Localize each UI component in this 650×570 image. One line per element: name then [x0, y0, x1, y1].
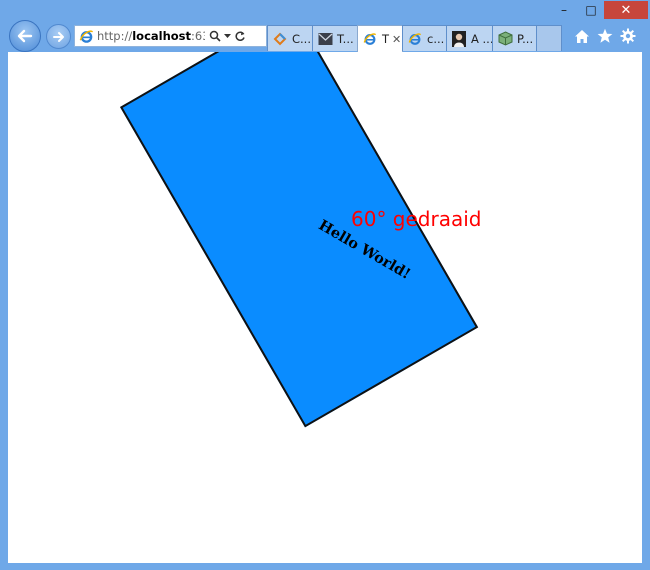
search-icon[interactable] — [209, 30, 221, 42]
tab-strip: C... T... T ✕ c... A ... P... — [267, 25, 562, 52]
arrow-left-icon — [17, 29, 33, 43]
close-icon[interactable]: ✕ — [392, 33, 401, 46]
address-bar[interactable]: http://localhost:63145/t — [74, 25, 267, 47]
visual-studio-icon — [272, 31, 288, 47]
forward-button[interactable] — [46, 24, 71, 49]
maximize-button[interactable]: □ — [578, 1, 604, 19]
tab-label: A ... — [471, 31, 493, 46]
tab-5[interactable]: A ... — [446, 25, 493, 51]
back-button[interactable] — [9, 20, 41, 52]
tab-label: P... — [517, 31, 534, 46]
close-button[interactable]: ✕ — [604, 1, 648, 19]
cube-icon — [497, 31, 513, 47]
tab-3-active[interactable]: T ✕ — [357, 25, 403, 52]
arrow-right-icon — [52, 31, 64, 42]
tab-label: T... — [337, 31, 354, 46]
rotated-box: Hello World! — [120, 52, 479, 428]
envelope-icon — [317, 31, 333, 47]
tab-label: C... — [292, 31, 311, 46]
tab-4[interactable]: c... — [402, 25, 447, 51]
browser-window: – □ ✕ http://localhost:63145/t — [0, 0, 650, 570]
minimize-button[interactable]: – — [550, 1, 578, 19]
url-text[interactable]: http://localhost:63145/t — [97, 29, 205, 43]
tab-6[interactable]: P... — [492, 25, 537, 51]
refresh-icon[interactable] — [234, 30, 246, 42]
ie-icon — [407, 31, 423, 47]
rotation-caption: 60° gedraaid — [351, 207, 482, 231]
page-content: Hello World! 60° gedraaid — [8, 52, 642, 563]
ie-icon — [362, 31, 378, 47]
star-icon[interactable] — [594, 25, 616, 47]
browser-toolbar: – □ ✕ http://localhost:63145/t — [0, 0, 650, 52]
tab-1[interactable]: C... — [267, 25, 313, 51]
portrait-icon — [451, 30, 467, 47]
address-tools — [209, 30, 246, 42]
chevron-down-icon[interactable] — [224, 33, 231, 39]
gear-icon[interactable] — [617, 25, 639, 47]
tab-2[interactable]: T... — [312, 25, 358, 51]
tab-label: T — [382, 32, 390, 46]
ie-icon — [78, 28, 94, 44]
new-tab-button[interactable] — [536, 25, 562, 51]
home-icon[interactable] — [571, 25, 593, 47]
tab-label: c... — [427, 31, 445, 46]
